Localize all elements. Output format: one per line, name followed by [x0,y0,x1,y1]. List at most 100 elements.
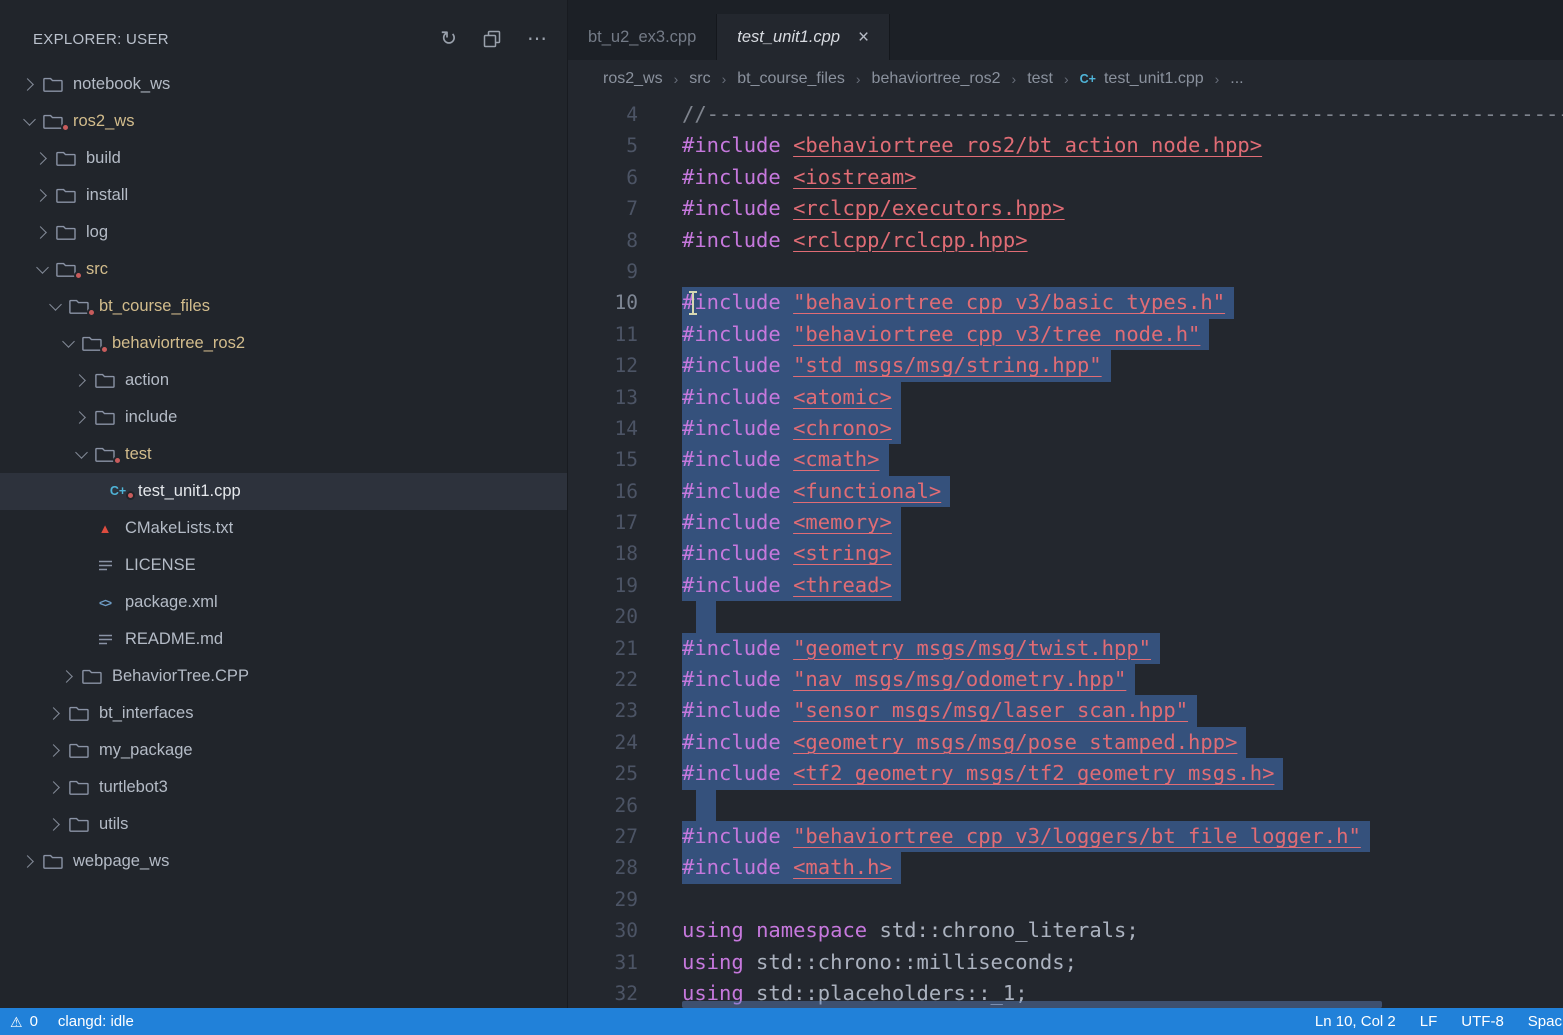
breadcrumb-item-behaviortree-ros2[interactable]: behaviortree_ros2 [872,70,1001,88]
code-line-9[interactable]: 9 [568,256,1563,287]
line-number[interactable]: 30 [568,915,638,946]
code-line-18[interactable]: 18#include <string> [568,538,1563,569]
line-number[interactable]: 12 [568,350,638,381]
collapse-folders-icon[interactable] [483,30,501,48]
tree-item-include[interactable]: include [0,399,567,436]
code-line-13[interactable]: 13#include <atomic> [568,382,1563,413]
tree-item-bt-course-files[interactable]: bt_course_files [0,288,567,325]
line-number[interactable]: 19 [568,570,638,601]
code-line-22[interactable]: 22#include "nav_msgs/msg/odometry.hpp" [568,664,1563,695]
code-line-11[interactable]: 11#include "behaviortree_cpp_v3/tree_nod… [568,319,1563,350]
code-line-4[interactable]: 4//-------------------------------------… [568,99,1563,130]
code-line-24[interactable]: 24#include <geometry_msgs/msg/pose_stamp… [568,727,1563,758]
code-editor[interactable]: 4//-------------------------------------… [568,98,1563,1008]
close-tab-icon[interactable]: × [858,28,869,47]
line-number[interactable]: 4 [568,99,638,130]
line-number[interactable]: 21 [568,633,638,664]
tree-item-behaviortree-ros2[interactable]: behaviortree_ros2 [0,325,567,362]
line-number[interactable]: 10 [568,287,638,318]
encoding-indicator[interactable]: UTF-8 [1461,1013,1504,1030]
line-number[interactable]: 9 [568,256,638,287]
tree-item-action[interactable]: action [0,362,567,399]
refresh-explorer-icon[interactable]: ↻ [440,29,457,49]
code-line-21[interactable]: 21#include "geometry_msgs/msg/twist.hpp" [568,633,1563,664]
tree-item-install[interactable]: install [0,177,567,214]
tree-item-build[interactable]: build [0,140,567,177]
code-line-14[interactable]: 14#include <chrono> [568,413,1563,444]
line-number[interactable]: 13 [568,382,638,413]
breadcrumb-item-bt-course-files[interactable]: bt_course_files [737,70,845,88]
line-number[interactable]: 5 [568,130,638,161]
cursor-position[interactable]: Ln 10, Col 2 [1315,1013,1396,1030]
line-number[interactable]: 32 [568,978,638,1008]
code-line-10[interactable]: 10#include "behaviortree_cpp_v3/basic_ty… [568,287,1563,318]
line-number[interactable]: 31 [568,947,638,978]
code-line-6[interactable]: 6#include <iostream> [568,162,1563,193]
code-line-30[interactable]: 30using namespace std::chrono_literals; [568,915,1563,946]
horizontal-scrollbar[interactable] [682,1001,1382,1008]
tree-item-behaviortree-cpp[interactable]: BehaviorTree.CPP [0,658,567,695]
line-number[interactable]: 16 [568,476,638,507]
line-number[interactable]: 28 [568,852,638,883]
line-number[interactable]: 22 [568,664,638,695]
line-number[interactable]: 18 [568,538,638,569]
code-line-20[interactable]: 20 [568,601,1563,632]
code-line-8[interactable]: 8#include <rclcpp/rclcpp.hpp> [568,225,1563,256]
tree-item-log[interactable]: log [0,214,567,251]
eol-indicator[interactable]: LF [1420,1013,1438,1030]
code-line-17[interactable]: 17#include <memory> [568,507,1563,538]
breadcrumb-item-[interactable]: ... [1230,70,1243,88]
code-line-12[interactable]: 12#include "std_msgs/msg/string.hpp" [568,350,1563,381]
code-line-31[interactable]: 31using std::chrono::milliseconds; [568,947,1563,978]
line-number[interactable]: 14 [568,413,638,444]
line-number[interactable]: 25 [568,758,638,789]
code-line-23[interactable]: 23#include "sensor_msgs/msg/laser_scan.h… [568,695,1563,726]
code-line-16[interactable]: 16#include <functional> [568,476,1563,507]
breadcrumb-item-src[interactable]: src [689,70,710,88]
tree-item-license[interactable]: LICENSE [0,547,567,584]
tree-item-notebook-ws[interactable]: notebook_ws [0,66,567,103]
code-line-27[interactable]: 27#include "behaviortree_cpp_v3/loggers/… [568,821,1563,852]
tab-bt-u2-ex3-cpp[interactable]: bt_u2_ex3.cpp [568,14,717,60]
line-number[interactable]: 20 [568,601,638,632]
tree-item-src[interactable]: src [0,251,567,288]
tree-item-webpage-ws[interactable]: webpage_ws [0,843,567,880]
line-number[interactable]: 7 [568,193,638,224]
line-number[interactable]: 24 [568,727,638,758]
line-number[interactable]: 15 [568,444,638,475]
more-actions-icon[interactable]: ⋯ [527,29,547,49]
clangd-status[interactable]: clangd: idle [58,1013,134,1030]
breadcrumb-item-test-unit1-cpp[interactable]: test_unit1.cpp [1104,70,1204,88]
tree-item-readme-md[interactable]: README.md [0,621,567,658]
line-number[interactable]: 26 [568,790,638,821]
tab-test-unit1-cpp[interactable]: test_unit1.cpp× [717,14,890,60]
line-number[interactable]: 23 [568,695,638,726]
tree-item-my-package[interactable]: my_package [0,732,567,769]
breadcrumb-item-ros2-ws[interactable]: ros2_ws [603,70,663,88]
breadcrumb-item-test[interactable]: test [1027,70,1053,88]
line-number[interactable]: 6 [568,162,638,193]
line-number[interactable]: 8 [568,225,638,256]
code-line-15[interactable]: 15#include <cmath> [568,444,1563,475]
indentation-indicator[interactable]: Spac [1528,1013,1562,1030]
tree-item-test[interactable]: test [0,436,567,473]
tree-item-cmakelists-txt[interactable]: ▲CMakeLists.txt [0,510,567,547]
code-line-28[interactable]: 28#include <math.h> [568,852,1563,883]
line-number[interactable]: 17 [568,507,638,538]
code-line-29[interactable]: 29 [568,884,1563,915]
line-number[interactable]: 11 [568,319,638,350]
line-number[interactable]: 29 [568,884,638,915]
tree-item-test-unit1-cpp[interactable]: C+test_unit1.cpp [0,473,567,510]
code-line-25[interactable]: 25#include <tf2_geometry_msgs/tf2_geomet… [568,758,1563,789]
line-number[interactable]: 27 [568,821,638,852]
problems-indicator[interactable]: ⚠ 0 [10,1013,38,1030]
code-line-19[interactable]: 19#include <thread> [568,570,1563,601]
tree-item-bt-interfaces[interactable]: bt_interfaces [0,695,567,732]
tree-item-turtlebot3[interactable]: turtlebot3 [0,769,567,806]
tree-item-package-xml[interactable]: <>package.xml [0,584,567,621]
code-line-26[interactable]: 26 [568,790,1563,821]
tree-item-utils[interactable]: utils [0,806,567,843]
tree-item-ros2-ws[interactable]: ros2_ws [0,103,567,140]
code-line-7[interactable]: 7#include <rclcpp/executors.hpp> [568,193,1563,224]
code-line-5[interactable]: 5#include <behaviortree_ros2/bt_action_n… [568,130,1563,161]
